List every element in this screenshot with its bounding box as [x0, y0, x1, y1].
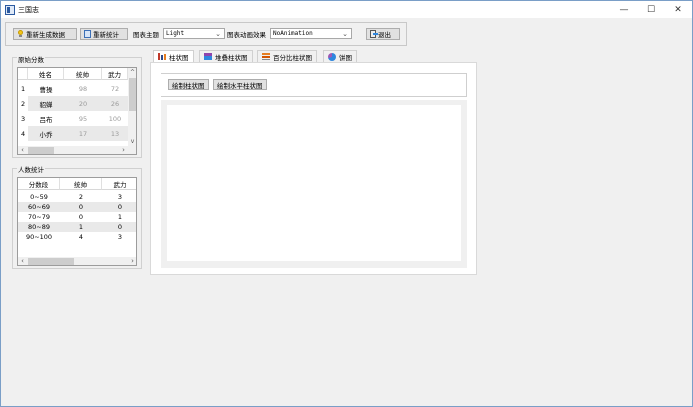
column-header-force[interactable]: 武力 — [102, 178, 136, 190]
horizontal-scroll-thumb[interactable] — [28, 147, 54, 154]
recount-button[interactable]: 重新统计 — [80, 28, 128, 40]
table-cell[interactable]: 26 — [102, 96, 128, 111]
column-header-lead[interactable]: 统帅 — [64, 68, 102, 80]
table-cell[interactable]: 70~79 — [18, 212, 60, 222]
row-header[interactable]: 1 — [18, 81, 28, 96]
app-icon — [5, 5, 15, 15]
lightbulb-icon — [17, 30, 24, 38]
table-cell[interactable]: 90~100 — [18, 232, 60, 242]
table-cell[interactable]: 100 — [102, 111, 128, 126]
scores-group-title: 原始分数 — [17, 54, 45, 64]
scores-table[interactable]: 姓名 统帅 武力 1 曹操 98 72 2 貂蝉 20 26 3 吕布 95 1… — [17, 67, 137, 155]
scroll-left-icon[interactable]: ‹ — [18, 146, 27, 154]
table-cell[interactable]: 60~69 — [18, 202, 60, 212]
table-cell[interactable]: 貂蝉 — [28, 96, 64, 111]
regenerate-data-label: 重新生成数据 — [26, 31, 65, 39]
theme-value: Light — [166, 30, 185, 37]
column-header-force[interactable]: 武力 — [102, 68, 128, 80]
row-header[interactable]: 2 — [18, 96, 28, 111]
exit-icon — [370, 30, 378, 38]
theme-select[interactable]: Light ⌄ — [163, 28, 225, 39]
scroll-right-icon[interactable]: › — [128, 257, 136, 265]
row-header[interactable]: 3 — [18, 111, 28, 126]
animation-select[interactable]: NoAnimation ⌄ — [270, 28, 352, 39]
table-cell[interactable]: 13 — [102, 126, 128, 141]
chart-view-frame — [161, 100, 467, 268]
scrollbar-corner — [128, 146, 136, 154]
table-cell[interactable]: 0 — [102, 202, 136, 212]
pie-chart-icon — [328, 52, 336, 61]
scroll-right-icon[interactable]: › — [119, 146, 128, 154]
stacked-chart-icon — [204, 53, 212, 60]
column-header-name[interactable]: 姓名 — [28, 68, 64, 80]
tab-label: 柱状图 — [169, 53, 189, 62]
tab-stacked-bar-chart[interactable]: 堆叠柱状图 — [199, 50, 253, 62]
vertical-scrollbar[interactable]: ^ v — [128, 68, 136, 146]
chart-view[interactable] — [167, 105, 461, 261]
column-header-lead[interactable]: 统帅 — [60, 178, 102, 190]
table-cell[interactable]: 3 — [102, 232, 136, 242]
table-cell[interactable]: 0~59 — [18, 191, 60, 202]
horizontal-scrollbar[interactable]: ‹ › — [18, 257, 136, 265]
tab-label: 堆叠柱状图 — [215, 53, 248, 62]
scroll-down-icon[interactable]: v — [128, 137, 136, 146]
stats-table[interactable]: 分数段 统帅 武力 0~59 2 3 60~69 0 0 70~79 0 1 8… — [17, 177, 137, 266]
table-cell[interactable]: 小乔 — [28, 126, 64, 141]
animation-label: 图表动画效果 — [227, 31, 266, 39]
table-cell[interactable]: 吕布 — [28, 111, 64, 126]
stats-group-title: 人数统计 — [17, 164, 45, 174]
vertical-scroll-thumb[interactable] — [129, 78, 136, 111]
tab-label: 百分比柱状图 — [273, 53, 312, 62]
close-button[interactable]: ✕ — [665, 2, 691, 18]
chevron-down-icon: ⌄ — [215, 30, 221, 38]
draw-bar-chart-button[interactable]: 绘制柱状图 — [168, 79, 209, 90]
tab-panel: 绘制柱状图 绘制水平柱状图 — [150, 62, 477, 275]
exit-label: 退出 — [378, 31, 391, 39]
table-cell[interactable]: 0 — [102, 222, 136, 232]
regenerate-data-button[interactable]: 重新生成数据 — [13, 28, 77, 40]
horizontal-scroll-thumb[interactable] — [28, 258, 74, 265]
tab-bar-chart[interactable]: 柱状图 — [153, 50, 194, 62]
table-icon — [84, 30, 91, 38]
table-cell[interactable]: 1 — [102, 212, 136, 222]
maximize-button[interactable]: ☐ — [638, 2, 664, 18]
scroll-left-icon[interactable]: ‹ — [18, 257, 27, 265]
exit-button[interactable]: 退出 — [366, 28, 400, 40]
table-corner[interactable] — [18, 68, 28, 80]
tab-pie-chart[interactable]: 饼图 — [323, 50, 357, 62]
toolbar: 重新生成数据 重新统计 图表主题 Light ⌄ 图表动画效果 NoAnimat… — [5, 22, 407, 46]
theme-label: 图表主题 — [133, 31, 159, 39]
percent-chart-icon — [262, 53, 270, 60]
tab-percent-bar-chart[interactable]: 百分比柱状图 — [257, 50, 317, 62]
scroll-up-icon[interactable]: ^ — [128, 68, 136, 77]
title-bar[interactable]: 三国志 — ☐ ✕ — [1, 1, 692, 18]
row-header[interactable]: 4 — [18, 126, 28, 141]
table-cell[interactable]: 3 — [102, 191, 136, 202]
chevron-down-icon: ⌄ — [342, 30, 348, 38]
table-cell[interactable]: 曹操 — [28, 81, 64, 96]
table-cell[interactable]: 20 — [64, 96, 102, 111]
table-cell[interactable]: 95 — [64, 111, 102, 126]
animation-value: NoAnimation — [273, 30, 313, 37]
table-cell[interactable]: 72 — [102, 81, 128, 96]
table-cell[interactable]: 80~89 — [18, 222, 60, 232]
table-cell[interactable]: 1 — [60, 222, 102, 232]
table-cell[interactable]: 0 — [60, 212, 102, 222]
recount-label: 重新统计 — [93, 31, 119, 39]
table-cell[interactable]: 4 — [60, 232, 102, 242]
table-cell[interactable]: 0 — [60, 202, 102, 212]
table-cell[interactable]: 98 — [64, 81, 102, 96]
bar-chart-icon — [158, 53, 166, 60]
table-cell[interactable]: 17 — [64, 126, 102, 141]
horizontal-scrollbar[interactable]: ‹ › — [18, 146, 128, 154]
tab-label: 饼图 — [339, 53, 352, 62]
table-cell[interactable]: 2 — [60, 191, 102, 202]
minimize-button[interactable]: — — [611, 2, 637, 18]
column-header-range[interactable]: 分数段 — [18, 178, 60, 190]
draw-horizontal-bar-chart-button[interactable]: 绘制水平柱状图 — [213, 79, 267, 90]
window-title: 三国志 — [18, 6, 39, 14]
